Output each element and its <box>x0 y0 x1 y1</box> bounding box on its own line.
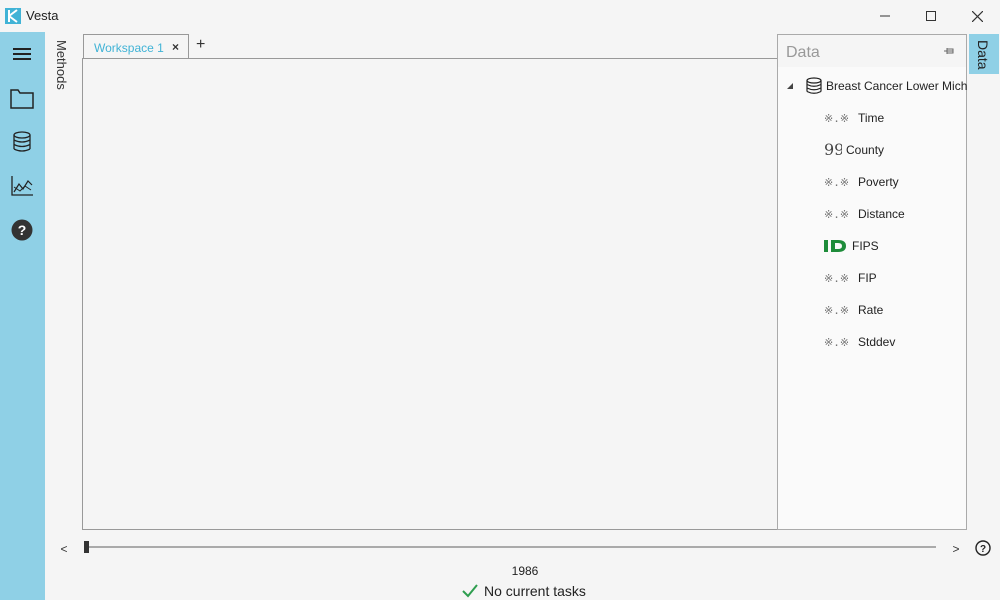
numeric-field-icon: ※.※ <box>824 112 849 125</box>
timeline-next-button[interactable]: > <box>947 540 965 558</box>
text-field-icon: 99 <box>824 143 842 157</box>
numeric-field-icon: ※.※ <box>824 272 849 285</box>
field-item[interactable]: ※.※ Rate <box>824 301 964 319</box>
folder-icon <box>10 89 34 109</box>
pin-icon[interactable] <box>944 46 954 56</box>
numeric-field-icon: ※.※ <box>824 176 849 189</box>
window-title: Vesta <box>26 8 59 23</box>
database-button[interactable] <box>8 128 36 156</box>
help-button[interactable]: ? <box>8 216 36 244</box>
data-side-tab[interactable]: Data <box>969 34 999 74</box>
field-label: Rate <box>858 303 884 317</box>
svg-text:※.※: ※.※ <box>824 176 849 189</box>
svg-text:?: ? <box>18 222 27 238</box>
tab-label: Workspace 1 <box>94 41 164 55</box>
numeric-field-icon: ※.※ <box>824 208 849 221</box>
chart-icon <box>11 176 33 196</box>
data-panel-header: Data <box>778 35 966 67</box>
left-toolbar: ? <box>0 32 45 600</box>
vesta-logo-icon <box>5 8 21 24</box>
database-icon <box>806 77 822 94</box>
methods-tab[interactable]: Methods <box>52 40 74 100</box>
svg-text:※.※: ※.※ <box>824 336 849 349</box>
timeline-help-icon[interactable]: ? <box>975 540 991 556</box>
data-panel: Data Breast Cancer Lower Mich ※.※ Time 99 C… <box>777 34 967 530</box>
field-label: Poverty <box>858 175 899 189</box>
timeline-prev-button[interactable]: < <box>55 540 73 558</box>
field-label: FIP <box>858 271 877 285</box>
svg-text:?: ? <box>980 544 986 555</box>
help-icon: ? <box>11 219 33 241</box>
maximize-button[interactable] <box>908 0 954 32</box>
chart-button[interactable] <box>8 172 36 200</box>
minimize-button[interactable] <box>862 0 908 32</box>
workspace-canvas[interactable] <box>82 58 778 530</box>
title-bar: Vesta <box>0 0 1000 32</box>
status-text: No current tasks <box>484 583 586 599</box>
field-item[interactable]: ※.※ Time <box>824 109 964 127</box>
close-icon <box>971 10 983 22</box>
collapse-triangle-icon[interactable] <box>786 82 794 90</box>
field-item[interactable]: ※.※ FIP <box>824 269 964 287</box>
numeric-field-icon: ※.※ <box>824 304 849 317</box>
timeline-year: 1986 <box>511 564 539 578</box>
svg-text:※.※: ※.※ <box>824 208 849 221</box>
svg-text:※.※: ※.※ <box>824 112 849 125</box>
add-tab-button[interactable]: + <box>196 36 205 54</box>
database-icon <box>13 131 31 152</box>
data-side-tab-label: Data <box>975 40 991 70</box>
field-label: Stddev <box>858 335 896 349</box>
menu-button[interactable] <box>8 40 36 68</box>
field-item[interactable]: ※.※ Poverty <box>824 173 964 191</box>
numeric-field-icon: ※.※ <box>824 336 849 349</box>
field-label: Time <box>858 111 885 125</box>
dataset-name: Breast Cancer Lower Mich <box>826 79 968 93</box>
close-window-button[interactable] <box>954 0 1000 32</box>
svg-text:※.※: ※.※ <box>824 304 849 317</box>
field-item[interactable]: 99 County <box>824 141 964 159</box>
hamburger-menu-icon <box>13 48 31 60</box>
tab-close-icon[interactable]: × <box>172 40 179 54</box>
checkmark-icon <box>462 584 478 598</box>
status-bar: No current tasks <box>462 582 662 600</box>
svg-text:※.※: ※.※ <box>824 272 849 285</box>
id-field-icon <box>824 240 846 252</box>
dataset-tree-node[interactable]: Breast Cancer Lower Mich <box>784 77 968 97</box>
field-label: Distance <box>858 207 905 221</box>
tab-workspace-1[interactable]: Workspace 1 × <box>83 34 189 59</box>
field-item[interactable]: ※.※ Stddev <box>824 333 964 351</box>
data-panel-title: Data <box>786 44 820 61</box>
minimize-icon <box>880 15 890 17</box>
methods-tab-label: Methods <box>54 40 69 90</box>
svg-text:99: 99 <box>824 143 842 157</box>
maximize-icon <box>926 11 936 21</box>
open-folder-button[interactable] <box>8 84 36 112</box>
timeline-track[interactable] <box>84 546 936 548</box>
field-item[interactable]: FIPS <box>824 237 964 255</box>
field-label: County <box>846 143 885 157</box>
field-item[interactable]: ※.※ Distance <box>824 205 964 223</box>
field-label: FIPS <box>852 239 879 253</box>
timeline-slider-thumb[interactable] <box>84 541 89 553</box>
